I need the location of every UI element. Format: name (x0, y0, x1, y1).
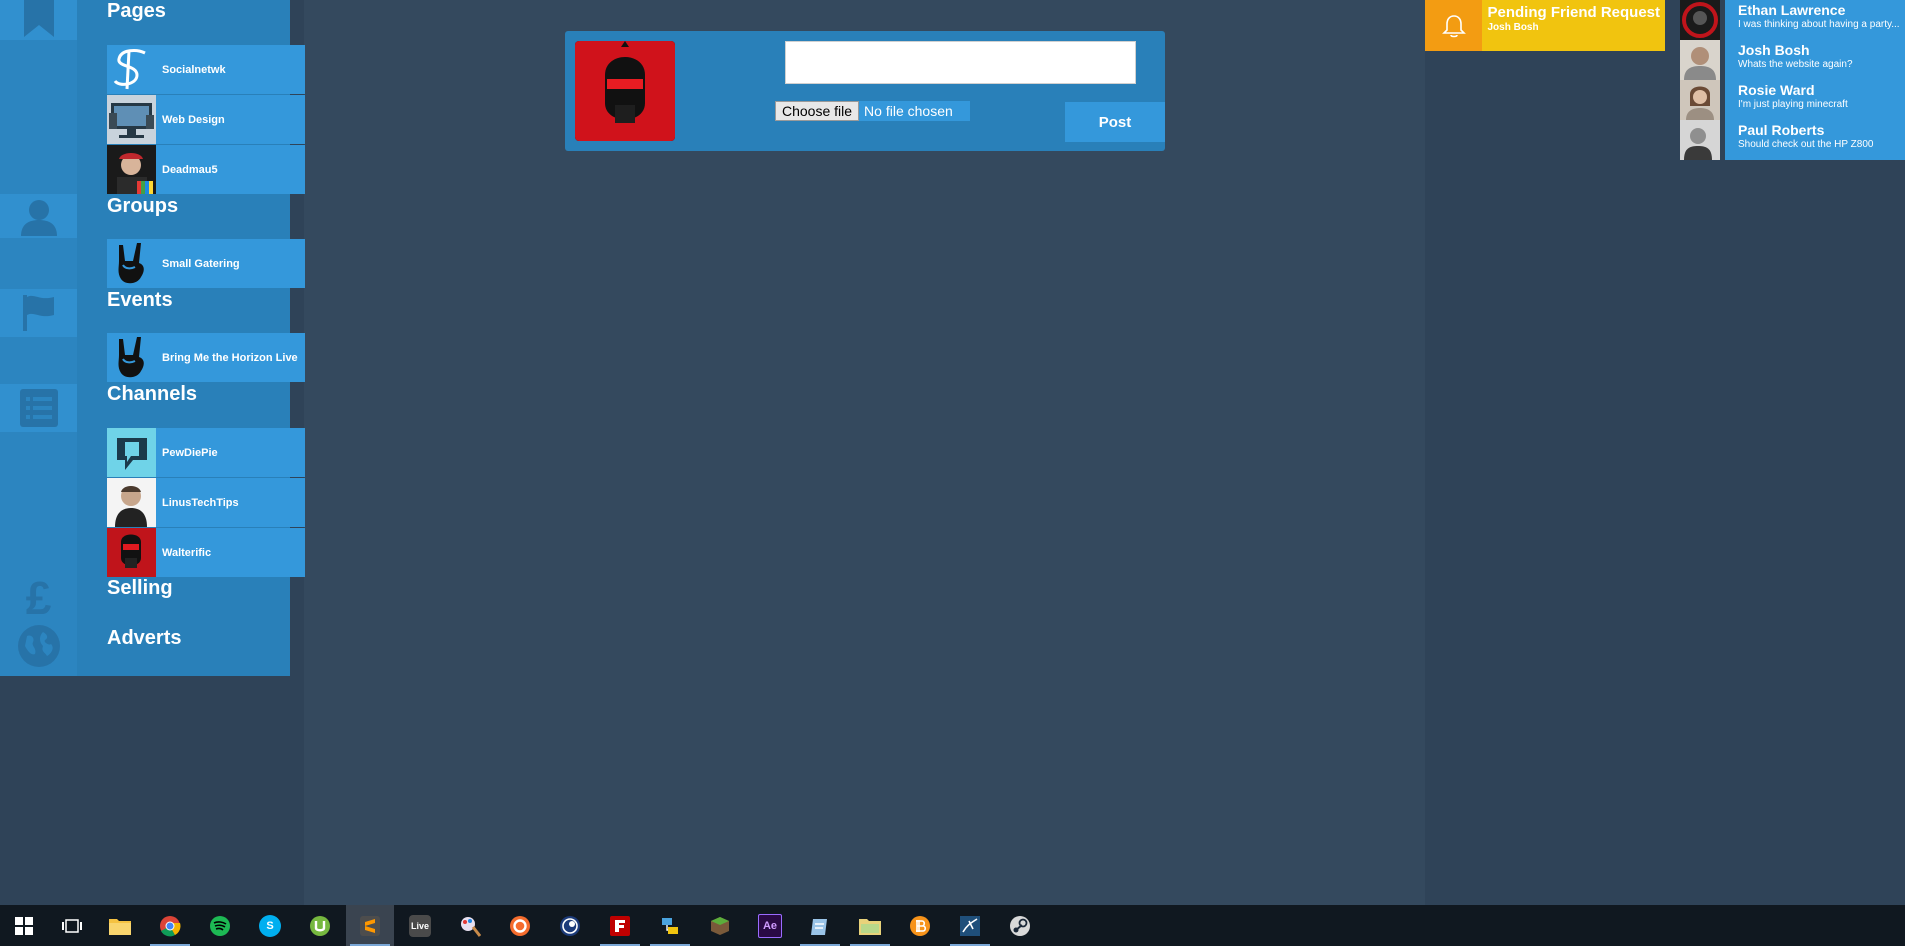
sidebar-item-label: Web Design (162, 113, 225, 126)
sidebar-item-label: PewDiePie (162, 446, 218, 459)
origin-icon[interactable] (496, 905, 544, 946)
notification-body: Pending Friend Request Josh Bosh (1482, 0, 1665, 51)
chat-name: Rosie Ward (1738, 82, 1815, 98)
sidebar-item-label: LinusTechTips (162, 496, 239, 509)
chat-list: Ethan Lawrence I was thinking about havi… (1680, 0, 1905, 160)
avatar (1680, 120, 1720, 160)
paint-app-icon[interactable] (446, 905, 494, 946)
chat-body: Rosie Ward I'm just playing minecraft (1725, 80, 1905, 120)
sidebar-item-label: Socialnetwk (162, 63, 226, 76)
sidebar-item-pewdiepie[interactable]: PewDiePie (107, 428, 305, 477)
mysql-workbench-icon[interactable] (946, 905, 994, 946)
sidebar-item-label: Small Gatering (162, 257, 240, 270)
file-explorer-icon[interactable] (96, 905, 144, 946)
chat-message: I was thinking about having a party... (1738, 19, 1900, 30)
filezilla-icon[interactable] (596, 905, 644, 946)
section-title-events: Events (107, 289, 173, 311)
section-title-channels: Channels (107, 383, 198, 405)
skype-icon[interactable]: S (246, 905, 294, 946)
user-icon[interactable] (0, 194, 77, 238)
ableton-live-icon[interactable]: Live (396, 905, 444, 946)
file-upload: Choose file No file chosen (775, 101, 970, 121)
steam-icon[interactable] (996, 905, 1044, 946)
pound-icon[interactable]: £ (0, 574, 77, 622)
chat-name: Paul Roberts (1738, 122, 1825, 138)
web-design-thumb (107, 95, 156, 144)
post-composer: Choose file No file chosen Post (565, 31, 1165, 151)
chat-name: Ethan Lawrence (1738, 2, 1846, 18)
rock-hand-thumb (107, 333, 156, 382)
cinema4d-icon[interactable] (546, 905, 594, 946)
section-title-selling[interactable]: Selling (107, 577, 173, 600)
walterific-thumb (107, 528, 156, 577)
after-effects-icon[interactable]: Ae (746, 905, 794, 946)
spotify-icon[interactable] (196, 905, 244, 946)
list-icon[interactable] (0, 384, 77, 432)
taskbar: S Live Ae (0, 905, 1905, 946)
sidebar-item-walterific[interactable]: Walterific (107, 528, 305, 577)
user-avatar (575, 41, 675, 141)
sidebar-item-deadmau5[interactable]: Deadmau5 (107, 145, 305, 194)
friend-request-notification[interactable]: Pending Friend Request Josh Bosh (1425, 0, 1665, 51)
chrome-icon[interactable] (146, 905, 194, 946)
avatar (1680, 80, 1720, 120)
sidebar-item-small-gatering[interactable]: Small Gatering (107, 239, 305, 288)
chat-body: Josh Bosh Whats the website again? (1725, 40, 1905, 80)
linustechtips-thumb (107, 478, 156, 527)
post-button[interactable]: Post (1065, 102, 1165, 142)
sidebar-item-label: Walterific (162, 546, 212, 559)
flag-icon[interactable] (0, 289, 77, 337)
section-title-pages: Pages (107, 0, 166, 22)
windows-start-icon[interactable] (0, 905, 48, 946)
sidebar-item-bring-me-the-horizon-live[interactable]: Bring Me the Horizon Live (107, 333, 305, 382)
chat-item-paul-roberts[interactable]: Paul Roberts Should check out the HP Z80… (1680, 120, 1905, 160)
bell-icon (1425, 0, 1483, 51)
notes-app-icon[interactable] (796, 905, 844, 946)
sidebar-item-linustechtips[interactable]: LinusTechTips (107, 478, 305, 527)
rock-hand-thumb (107, 239, 156, 288)
sidebar-item-socialnetwk[interactable]: Socialnetwk (107, 45, 305, 94)
minecraft-icon[interactable] (696, 905, 744, 946)
deadmau5-thumb (107, 145, 156, 194)
avatar (1680, 40, 1720, 80)
post-text-input[interactable] (785, 41, 1136, 84)
chat-item-josh-bosh[interactable]: Josh Bosh Whats the website again? (1680, 40, 1905, 80)
section-title-adverts[interactable]: Adverts (107, 627, 181, 650)
chat-message: Whats the website again? (1738, 59, 1853, 70)
sidebar-item-web-design[interactable]: Web Design (107, 95, 305, 144)
chat-item-rosie-ward[interactable]: Rosie Ward I'm just playing minecraft (1680, 80, 1905, 120)
chat-message: Should check out the HP Z800 (1738, 139, 1874, 150)
sidebar-item-label: Bring Me the Horizon Live (162, 351, 298, 364)
notification-subtitle: Josh Bosh (1487, 22, 1539, 33)
folder-app-icon[interactable] (846, 905, 894, 946)
avatar (1680, 0, 1720, 40)
file-status-text: No file chosen (864, 103, 953, 119)
chat-name: Josh Bosh (1738, 42, 1810, 58)
socialnetwk-logo (107, 45, 156, 94)
chat-body: Ethan Lawrence I was thinking about havi… (1725, 0, 1905, 40)
globe-icon[interactable] (0, 622, 77, 670)
chat-item-ethan-lawrence[interactable]: Ethan Lawrence I was thinking about havi… (1680, 0, 1905, 40)
utorrent-icon[interactable] (296, 905, 344, 946)
task-view-icon[interactable] (48, 905, 96, 946)
bitcoin-icon[interactable] (896, 905, 944, 946)
chat-message: I'm just playing minecraft (1738, 99, 1848, 110)
section-title-groups: Groups (107, 195, 179, 217)
bookmark-icon[interactable] (0, 0, 77, 40)
sublime-text-icon[interactable] (346, 905, 394, 946)
pewdiepie-thumb (107, 428, 156, 477)
notification-title: Pending Friend Request (1487, 4, 1660, 21)
sidebar-item-label: Deadmau5 (162, 163, 218, 176)
network-tool-icon[interactable] (646, 905, 694, 946)
choose-file-button[interactable]: Choose file (775, 101, 860, 121)
chat-body: Paul Roberts Should check out the HP Z80… (1725, 120, 1905, 160)
